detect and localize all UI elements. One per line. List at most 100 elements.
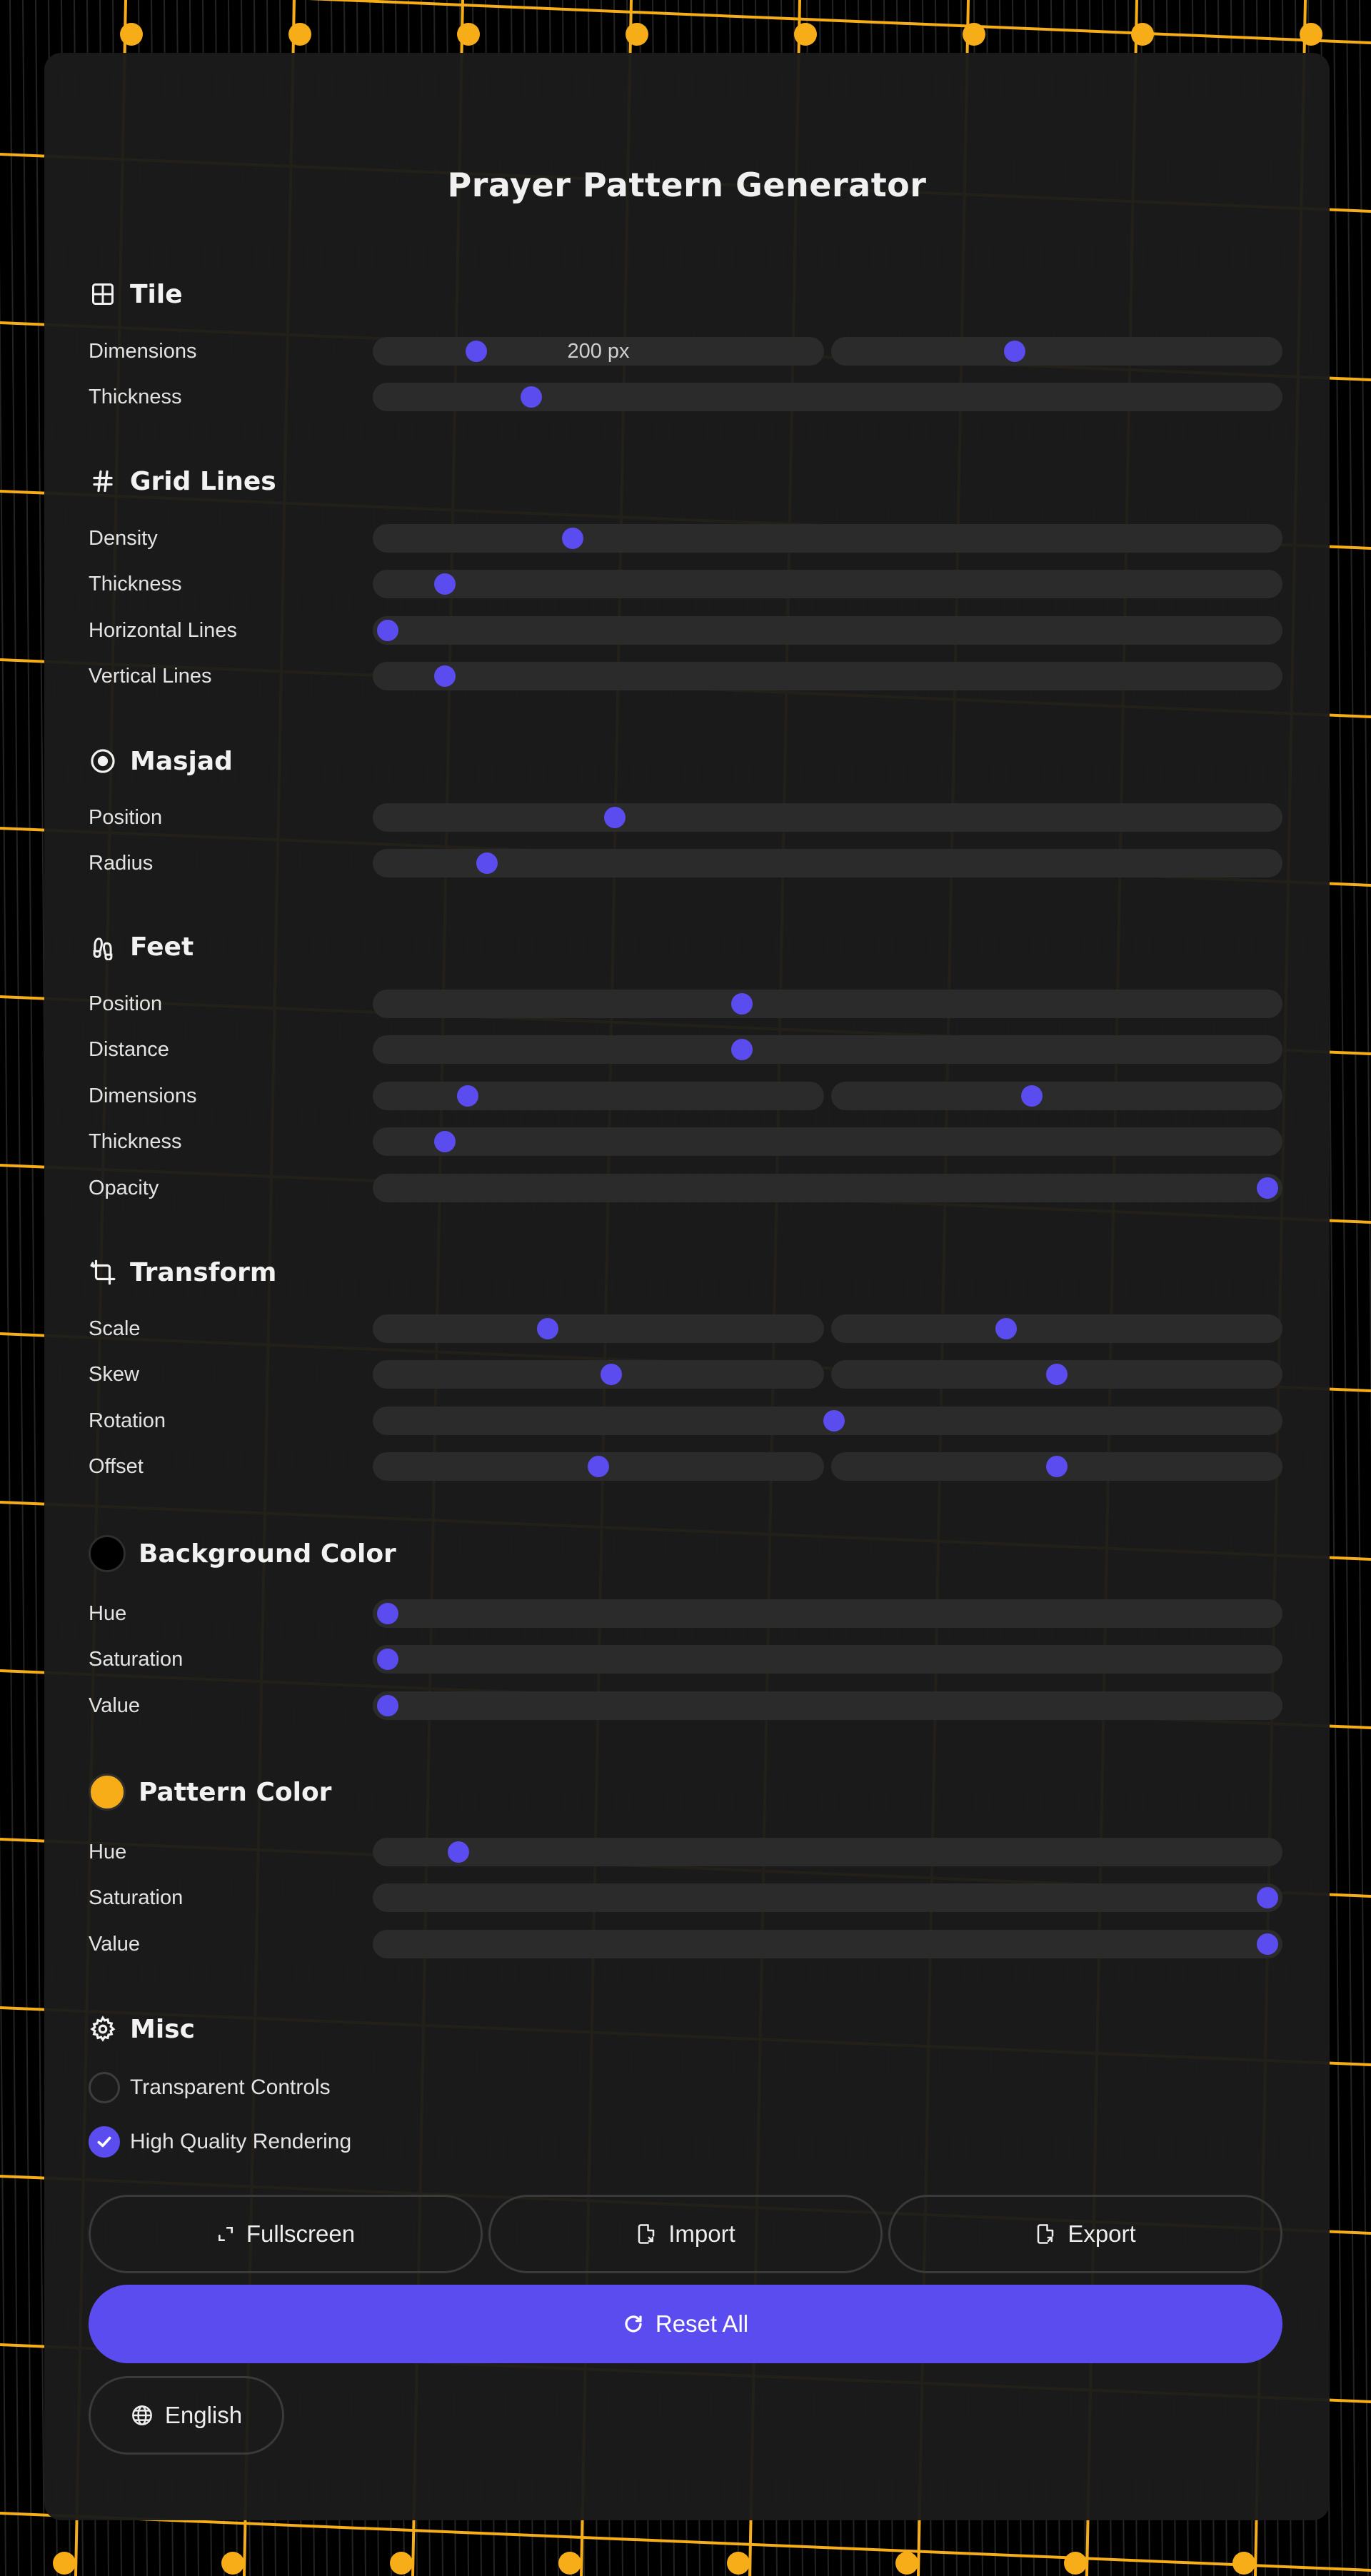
transform-scale-slider-x[interactable] [373,1314,824,1343]
tile-thickness-slider[interactable] [373,383,1282,411]
tile-dimensions-label: Dimensions [89,340,197,363]
slider-thumb[interactable] [1046,1456,1068,1477]
slider-thumb[interactable] [1257,1177,1278,1199]
transform-scale-slider-y[interactable] [831,1314,1282,1343]
file-import-icon [638,2224,655,2244]
slider-thumb[interactable] [377,1649,398,1670]
background-color-swatch[interactable] [89,1535,126,1572]
tile-thickness-label: Thickness [89,386,182,408]
slider-thumb[interactable] [377,1695,398,1716]
slider-thumb[interactable] [1046,1364,1068,1385]
slider-thumb[interactable] [447,1841,469,1863]
slider-thumb[interactable] [377,1603,398,1624]
feet-thickness-label: Thickness [89,1130,182,1153]
grid-square-icon [89,280,117,308]
slider-thumb[interactable] [476,852,498,874]
feet-position-slider[interactable] [373,990,1282,1018]
grid-vertical-slider[interactable] [373,662,1282,690]
page-title: Prayer Pattern Generator [447,166,927,204]
section-title: Grid Lines [130,466,276,496]
feet-position-label: Position [89,992,163,1015]
slider-thumb[interactable] [377,620,398,641]
slider-thumb[interactable] [537,1318,559,1339]
language-label: English [164,2402,243,2428]
bg-saturation-label: Saturation [89,1648,184,1671]
pattern-hue-slider[interactable] [373,1838,1282,1866]
masjad-position-slider[interactable] [373,803,1282,832]
section-transform-header: Transform [89,1252,276,1292]
feet-distance-slider[interactable] [373,1035,1282,1064]
section-pattern-color-header: Pattern Color [89,1772,331,1812]
import-button[interactable]: Import [488,2195,883,2273]
bg-saturation-slider[interactable] [373,1645,1282,1674]
export-button[interactable]: Export [888,2195,1282,2273]
expand-icon [218,2227,233,2241]
slider-thumb[interactable] [995,1318,1018,1339]
feet-dimensions-slider-y[interactable] [831,1082,1282,1110]
high-quality-label: High Quality Rendering [130,2130,352,2153]
transform-skew-slider-x[interactable] [373,1360,824,1389]
transform-rotation-label: Rotation [89,1409,166,1432]
slider-thumb[interactable] [457,1085,479,1107]
control-panel: Prayer Pattern Generator Tile Dimensions… [44,53,1330,2520]
slider-thumb[interactable] [1004,341,1025,362]
slider-thumb[interactable] [1020,1085,1043,1107]
masjad-position-label: Position [89,806,163,829]
transform-rotation-slider[interactable] [373,1407,1282,1435]
pattern-hue-label: Hue [89,1841,127,1863]
slider-thumb[interactable] [561,528,583,549]
bg-value-slider[interactable] [373,1691,1282,1720]
transparent-controls-checkbox[interactable] [89,2072,120,2103]
target-icon [89,747,117,775]
section-masjad-header: Masjad [89,741,233,781]
pattern-color-swatch[interactable] [89,1773,126,1811]
gear-icon [89,2015,117,2043]
high-quality-checkbox[interactable] [89,2126,120,2158]
feet-opacity-slider[interactable] [373,1174,1282,1202]
feet-thickness-slider[interactable] [373,1127,1282,1156]
pattern-value-label: Value [89,1933,141,1956]
slider-thumb[interactable] [1257,1887,1278,1908]
fullscreen-label: Fullscreen [246,2220,356,2247]
slider-thumb[interactable] [520,386,542,408]
transparent-controls-option[interactable]: Transparent Controls [89,2071,331,2105]
slider-thumb[interactable] [434,573,456,595]
pattern-value-slider[interactable] [373,1930,1282,1958]
grid-density-slider[interactable] [373,524,1282,553]
pattern-saturation-slider[interactable] [373,1883,1282,1912]
masjad-radius-label: Radius [89,852,154,875]
pattern-saturation-label: Saturation [89,1886,184,1909]
feet-dimensions-label: Dimensions [89,1085,197,1107]
slider-thumb[interactable] [434,1131,456,1152]
section-background-color-header: Background Color [89,1534,396,1574]
slider-thumb[interactable] [603,807,626,828]
high-quality-option[interactable]: High Quality Rendering [89,2125,351,2159]
slider-thumb[interactable] [731,1039,753,1060]
transform-skew-slider-y[interactable] [831,1360,1282,1389]
transform-offset-slider-y[interactable] [831,1452,1282,1481]
grid-thickness-slider[interactable] [373,570,1282,598]
tile-dimensions-slider-x[interactable]: 200 px [373,337,824,366]
grid-density-label: Density [89,527,158,550]
slider-thumb[interactable] [588,1456,609,1477]
reset-all-button[interactable]: Reset All [89,2285,1282,2363]
transform-offset-slider-x[interactable] [373,1452,824,1481]
grid-horizontal-slider[interactable] [373,616,1282,645]
file-export-icon [1038,2224,1054,2244]
fullscreen-button[interactable]: Fullscreen [89,2195,483,2273]
feet-dimensions-slider-x[interactable] [373,1082,824,1110]
slider-thumb[interactable] [465,341,487,362]
slider-thumb[interactable] [434,665,456,687]
language-selector[interactable]: English [89,2376,284,2455]
masjad-radius-slider[interactable] [373,849,1282,877]
slider-thumb[interactable] [823,1410,845,1432]
transform-scale-label: Scale [89,1317,141,1340]
feet-distance-label: Distance [89,1038,169,1061]
bg-hue-slider[interactable] [373,1599,1282,1628]
bg-value-label: Value [89,1694,141,1717]
tile-dimensions-slider-y[interactable] [831,337,1282,366]
slider-thumb[interactable] [600,1364,622,1385]
hash-icon [89,467,117,495]
slider-thumb[interactable] [1257,1933,1278,1955]
slider-thumb[interactable] [731,993,753,1015]
